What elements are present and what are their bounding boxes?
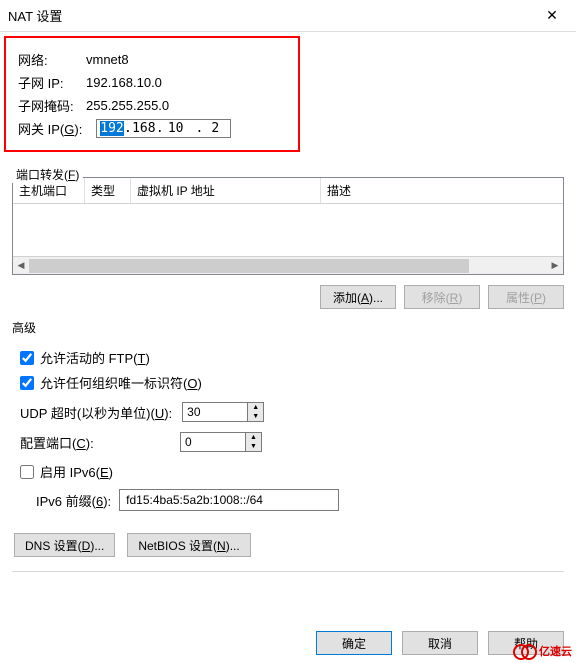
logo-text: 亿速云 <box>539 643 572 659</box>
table-body[interactable] <box>13 204 563 256</box>
subnet-ip-row: 子网 IP: 192.168.10.0 <box>18 73 286 92</box>
config-port-label: 配置端口(C): <box>20 433 170 452</box>
watermark-logo: 亿速云 <box>513 643 572 659</box>
subnet-mask-value: 255.255.255.0 <box>86 98 169 113</box>
properties-button: 属性(P) <box>488 285 564 309</box>
window-title: NAT 设置 <box>8 6 536 25</box>
ipv6-prefix-row: IPv6 前缀(6): <box>36 489 560 511</box>
horizontal-scrollbar[interactable]: ◀ ▶ <box>13 256 563 274</box>
subnet-mask-row: 子网掩码: 255.255.255.0 <box>18 96 286 115</box>
uid-checkbox-row: 允许任何组织唯一标识符(O) <box>20 373 560 392</box>
ip-octet-4[interactable]: 2 <box>203 121 227 136</box>
ok-button[interactable]: 确定 <box>316 631 392 655</box>
titlebar: NAT 设置 ✕ <box>0 0 576 32</box>
ipv6-prefix-label: IPv6 前缀(6): <box>36 491 111 510</box>
network-label: 网络: <box>18 50 86 69</box>
logo-icon <box>513 643 537 659</box>
gateway-row: 网关 IP(G): 192. 168. 10 . 2 <box>18 119 286 138</box>
subnet-ip-label: 子网 IP: <box>18 73 86 92</box>
udp-timeout-stepper[interactable]: ▲ ▼ <box>182 402 264 422</box>
ip-octet-1[interactable]: 192 <box>100 121 124 136</box>
config-spin-up-icon[interactable]: ▲ <box>246 433 261 442</box>
ip-octet-3[interactable]: 10 <box>164 121 188 136</box>
remove-button: 移除(R) <box>404 285 480 309</box>
col-vm-ip[interactable]: 虚拟机 IP 地址 <box>131 178 321 203</box>
uid-checkbox-label: 允许任何组织唯一标识符(O) <box>40 373 202 392</box>
close-icon[interactable]: ✕ <box>536 4 568 28</box>
scroll-right-icon[interactable]: ▶ <box>547 258 563 274</box>
udp-timeout-row: UDP 超时(以秒为单位)(U): ▲ ▼ <box>20 402 560 422</box>
gateway-label: 网关 IP(G): <box>18 119 96 138</box>
dns-settings-button[interactable]: DNS 设置(D)... <box>14 533 115 557</box>
config-port-row: 配置端口(C): ▲ ▼ <box>20 432 560 452</box>
ftp-checkbox-label: 允许活动的 FTP(T) <box>40 348 150 367</box>
scroll-thumb[interactable] <box>29 259 469 273</box>
port-forward-label: 端口转发(F) <box>12 166 83 183</box>
advanced-group: 高级 允许活动的 FTP(T) 允许任何组织唯一标识符(O) UDP 超时(以秒… <box>12 319 564 519</box>
network-value: vmnet8 <box>86 52 129 67</box>
settings-buttons-row: DNS 设置(D)... NetBIOS 设置(N)... <box>14 533 562 557</box>
netbios-settings-button[interactable]: NetBIOS 设置(N)... <box>127 533 250 557</box>
add-button[interactable]: 添加(A)... <box>320 285 396 309</box>
ip-octet-2[interactable]: 168 <box>132 121 156 136</box>
udp-spin-down-icon[interactable]: ▼ <box>248 412 263 421</box>
port-forward-table: 主机端口 类型 虚拟机 IP 地址 描述 ◀ ▶ <box>12 177 564 275</box>
ipv6-checkbox-label: 启用 IPv6(E) <box>40 462 113 481</box>
ipv6-checkbox-row: 启用 IPv6(E) <box>20 462 560 481</box>
port-forward-group: 端口转发(F) 主机端口 类型 虚拟机 IP 地址 描述 ◀ ▶ <box>12 158 564 275</box>
table-header: 主机端口 类型 虚拟机 IP 地址 描述 <box>13 178 563 204</box>
config-port-stepper[interactable]: ▲ ▼ <box>180 432 262 452</box>
config-port-input[interactable] <box>180 432 246 452</box>
ipv6-checkbox[interactable] <box>20 465 34 479</box>
col-type[interactable]: 类型 <box>85 178 131 203</box>
udp-timeout-input[interactable] <box>182 402 248 422</box>
highlighted-region: 网络: vmnet8 子网 IP: 192.168.10.0 子网掩码: 255… <box>4 36 300 152</box>
ipv6-prefix-input[interactable] <box>119 489 339 511</box>
col-desc[interactable]: 描述 <box>321 178 563 203</box>
ftp-checkbox-row: 允许活动的 FTP(T) <box>20 348 560 367</box>
subnet-ip-value: 192.168.10.0 <box>86 75 162 90</box>
udp-spin-up-icon[interactable]: ▲ <box>248 403 263 412</box>
config-spin-down-icon[interactable]: ▼ <box>246 442 261 451</box>
udp-timeout-label: UDP 超时(以秒为单位)(U): <box>20 403 172 422</box>
port-forward-buttons: 添加(A)... 移除(R) 属性(P) <box>12 285 564 309</box>
scroll-track[interactable] <box>29 258 547 274</box>
cancel-button[interactable]: 取消 <box>402 631 478 655</box>
uid-checkbox[interactable] <box>20 376 34 390</box>
network-row: 网络: vmnet8 <box>18 50 286 69</box>
advanced-label: 高级 <box>12 319 36 336</box>
subnet-mask-label: 子网掩码: <box>18 96 86 115</box>
ftp-checkbox[interactable] <box>20 351 34 365</box>
scroll-left-icon[interactable]: ◀ <box>13 258 29 274</box>
gateway-ip-input[interactable]: 192. 168. 10 . 2 <box>96 119 231 138</box>
separator <box>12 571 564 572</box>
